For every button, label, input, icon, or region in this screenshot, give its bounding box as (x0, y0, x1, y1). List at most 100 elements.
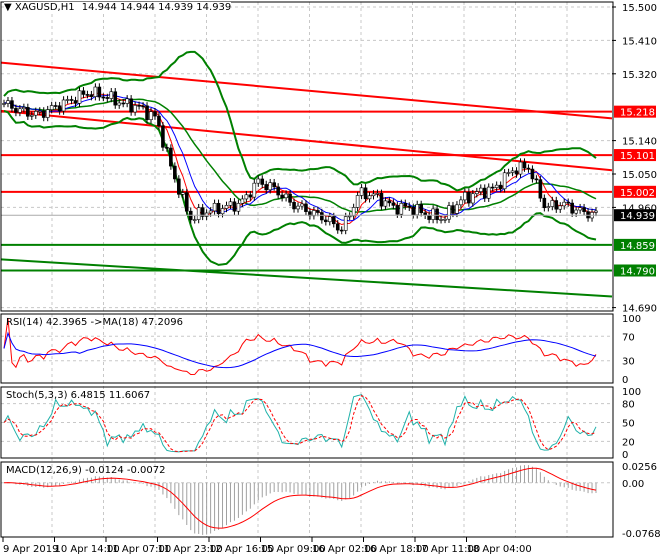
candle (109, 91, 114, 99)
candle (26, 107, 30, 117)
candle (467, 191, 471, 204)
y-tick-label: 70 (622, 332, 635, 343)
candle (455, 204, 459, 214)
trend-line (0, 61, 613, 120)
candle (566, 201, 570, 204)
candle (85, 94, 90, 96)
candle (173, 165, 177, 180)
candle (530, 168, 535, 180)
candle (435, 208, 439, 221)
candle (582, 207, 586, 212)
candle (169, 147, 173, 167)
candle (184, 192, 189, 212)
candle (411, 207, 416, 216)
candle (105, 97, 110, 99)
candle (459, 199, 463, 206)
candle (324, 219, 328, 223)
candle (280, 194, 284, 199)
candle (224, 205, 229, 209)
candle (220, 208, 225, 215)
candle (260, 178, 265, 185)
candle (125, 98, 129, 104)
candle (232, 201, 237, 212)
candle (6, 100, 10, 104)
y-tick-label: 80 (622, 400, 635, 411)
candle (554, 200, 559, 210)
candle (463, 191, 467, 201)
candle (351, 207, 356, 217)
candle (240, 198, 245, 204)
candle (371, 193, 376, 197)
bollinger-upper (3, 50, 597, 192)
candle (347, 215, 352, 218)
candle (542, 197, 547, 209)
y-tick-label: 0.00 (622, 479, 644, 490)
candle (18, 108, 22, 113)
candle (149, 111, 153, 120)
candle (129, 98, 133, 113)
candle (395, 205, 400, 215)
stoch-title: Stoch(5,3,3) 6.4815 11.6067 (6, 390, 150, 401)
candle (157, 115, 161, 127)
chart-canvas[interactable]: 15.21815.10115.00214.85914.79014.93915.5… (0, 0, 660, 560)
candle (570, 202, 574, 214)
candle (343, 216, 348, 231)
candle (137, 104, 141, 107)
y-tick-label: 20 (622, 437, 635, 448)
trend-line (0, 258, 613, 298)
candle (538, 179, 543, 199)
candle (363, 187, 368, 200)
candle (57, 105, 62, 112)
candle (383, 200, 388, 207)
candle (37, 110, 42, 113)
candle (447, 205, 451, 220)
candle (498, 184, 503, 190)
candle (502, 172, 507, 190)
trading-chart[interactable]: 15.218 15.101 15.002 14.859 14.790 14.939 15.5… (0, 0, 660, 560)
candle (562, 201, 567, 207)
candle (443, 218, 447, 221)
dropdown-icon[interactable]: ▼ (4, 2, 12, 13)
candle (161, 125, 165, 148)
candle (10, 100, 14, 109)
candle (121, 102, 125, 105)
candle (33, 111, 38, 116)
candle (486, 186, 491, 199)
candle (558, 205, 563, 210)
candle (204, 212, 209, 217)
candle (81, 90, 86, 95)
candle (379, 192, 384, 207)
candle (427, 214, 431, 220)
candle (41, 110, 46, 118)
candle (451, 205, 455, 214)
candle (117, 102, 122, 106)
y-tick-label: 30 (622, 357, 635, 368)
candle (30, 114, 34, 117)
candle (73, 100, 78, 104)
candle (2, 103, 6, 105)
bollinger-lower (3, 109, 597, 266)
candle (475, 191, 479, 195)
candle (550, 200, 555, 207)
level-label: 14.859 (620, 241, 655, 252)
candle (45, 109, 50, 118)
level-label: 15.002 (620, 188, 655, 199)
candle (65, 99, 70, 101)
candle (228, 201, 233, 206)
candle (212, 202, 217, 212)
candle (316, 210, 320, 213)
candle (165, 147, 169, 149)
y-tick-label: 0.0256 (622, 462, 657, 473)
candle (69, 99, 74, 101)
candle (419, 204, 423, 214)
candle (97, 86, 102, 98)
candle (339, 229, 344, 232)
candle (494, 184, 499, 188)
candle (478, 187, 483, 192)
y-tick-label: 0 (622, 450, 628, 461)
indicator-panels[interactable] (3, 317, 597, 535)
candle (89, 94, 94, 97)
candle (77, 90, 82, 104)
candle (534, 178, 539, 181)
candle (288, 193, 292, 203)
